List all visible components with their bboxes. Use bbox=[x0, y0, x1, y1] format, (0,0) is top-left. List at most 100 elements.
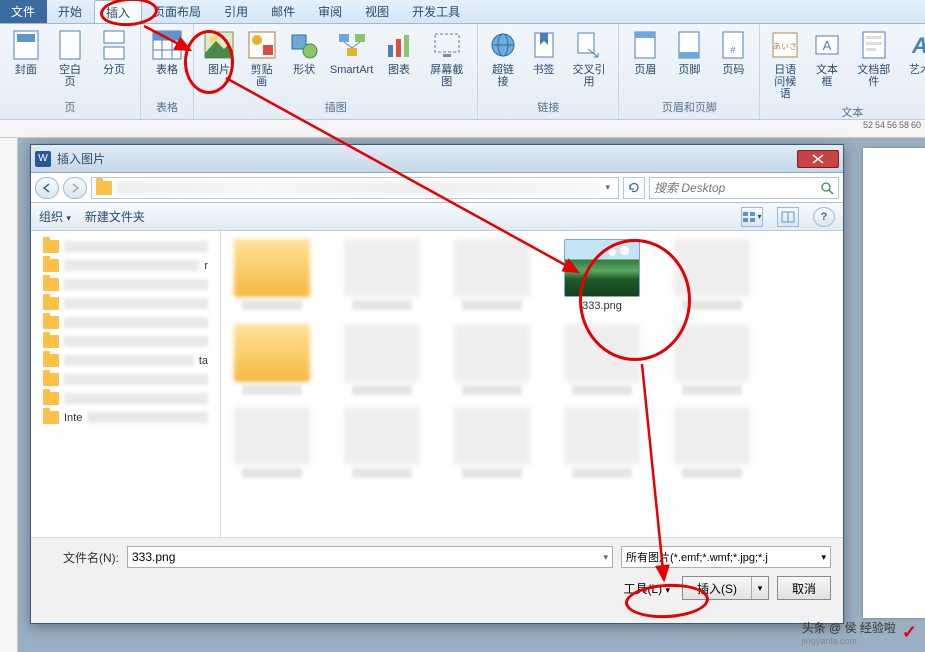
file-item[interactable] bbox=[669, 324, 755, 395]
page-break-icon bbox=[98, 28, 130, 62]
file-filter-combo[interactable]: 所有图片(*.emf;*.wmf;*.jpg;*.j▾ bbox=[621, 546, 831, 568]
table-icon bbox=[151, 28, 183, 62]
group-label-tables: 表格 bbox=[145, 97, 189, 117]
file-item[interactable] bbox=[669, 407, 755, 478]
file-item[interactable] bbox=[339, 239, 425, 312]
close-button[interactable] bbox=[797, 150, 839, 168]
tree-item[interactable] bbox=[35, 389, 216, 408]
file-item[interactable] bbox=[229, 239, 315, 312]
new-folder-button[interactable]: 新建文件夹 bbox=[85, 208, 145, 225]
screenshot-icon bbox=[431, 28, 463, 62]
file-item[interactable] bbox=[339, 324, 425, 395]
pagenum-button[interactable]: #页码 bbox=[711, 26, 755, 97]
bookmark-button[interactable]: 书签 bbox=[523, 26, 563, 97]
tab-home[interactable]: 开始 bbox=[47, 0, 94, 23]
refresh-button[interactable] bbox=[623, 177, 645, 199]
chevron-down-icon: ▾ bbox=[758, 583, 763, 594]
arrow-left-icon bbox=[42, 183, 52, 193]
smartart-button[interactable]: SmartArt bbox=[325, 26, 378, 97]
page-break-button[interactable]: 分页 bbox=[92, 26, 136, 97]
blank-page-button[interactable]: 空白页 bbox=[48, 26, 93, 97]
folder-icon bbox=[43, 259, 59, 272]
blank-page-icon bbox=[54, 28, 86, 62]
tab-insert[interactable]: 插入 bbox=[94, 0, 142, 23]
nav-forward-button[interactable] bbox=[63, 177, 87, 199]
footer-button[interactable]: 页脚 bbox=[667, 26, 711, 97]
folder-icon bbox=[43, 411, 59, 424]
pane-icon bbox=[781, 211, 795, 223]
insert-button[interactable]: 插入(S)▾ bbox=[682, 576, 769, 600]
tab-layout[interactable]: 页面布局 bbox=[142, 0, 213, 23]
tools-button[interactable]: 工具(L) ▾ bbox=[623, 580, 670, 597]
tree-item[interactable] bbox=[35, 294, 216, 313]
header-button[interactable]: 页眉 bbox=[623, 26, 667, 97]
tree-item[interactable] bbox=[35, 313, 216, 332]
tree-item[interactable] bbox=[35, 237, 216, 256]
path-breadcrumb[interactable]: ▾ bbox=[91, 177, 619, 199]
folder-icon bbox=[96, 181, 112, 195]
view-mode-button[interactable]: ▾ bbox=[741, 207, 763, 227]
group-header-footer: 页眉 页脚 #页码 页眉和页脚 bbox=[619, 24, 760, 119]
tree-item[interactable]: Inte bbox=[35, 408, 216, 427]
shapes-button[interactable]: 形状 bbox=[283, 26, 325, 97]
path-blurred bbox=[116, 181, 601, 195]
search-box[interactable] bbox=[649, 177, 839, 199]
screenshot-button[interactable]: 屏幕截图 bbox=[420, 26, 473, 97]
dialog-nav: ▾ bbox=[31, 173, 843, 203]
chart-button[interactable]: 图表 bbox=[378, 26, 420, 97]
hyperlink-button[interactable]: 超链接 bbox=[482, 26, 523, 97]
greeting-button[interactable]: あいさ日语 问候语 bbox=[764, 26, 806, 102]
tab-view[interactable]: 视图 bbox=[354, 0, 401, 23]
file-item[interactable] bbox=[449, 324, 535, 395]
file-item[interactable] bbox=[559, 407, 645, 478]
organize-button[interactable]: 组织 ▾ bbox=[39, 208, 71, 225]
wordart-button[interactable]: A艺术 bbox=[900, 26, 925, 102]
tree-item[interactable] bbox=[35, 332, 216, 351]
tab-mailings[interactable]: 邮件 bbox=[260, 0, 307, 23]
file-grid[interactable]: 333.png bbox=[221, 231, 843, 537]
tab-file[interactable]: 文件 bbox=[0, 0, 47, 23]
group-pages: 封面 空白页 分页 页 bbox=[0, 24, 141, 119]
dialog-titlebar[interactable]: W 插入图片 bbox=[31, 145, 843, 173]
bookmark-icon bbox=[528, 28, 560, 62]
filename-input[interactable]: 333.png▾ bbox=[127, 546, 613, 568]
cancel-button[interactable]: 取消 bbox=[777, 576, 831, 600]
folder-tree[interactable]: r ta Inte bbox=[31, 231, 221, 537]
tree-item[interactable] bbox=[35, 275, 216, 294]
vertical-ruler bbox=[0, 138, 18, 652]
tree-item[interactable] bbox=[35, 370, 216, 389]
chart-icon bbox=[383, 28, 415, 62]
picture-button[interactable]: 图片 bbox=[198, 26, 240, 97]
horizontal-ruler: 5254565860 bbox=[0, 120, 925, 138]
svg-text:あいさ: あいさ bbox=[773, 42, 797, 51]
tree-item[interactable]: ta bbox=[35, 351, 216, 370]
search-input[interactable] bbox=[654, 181, 820, 195]
file-item[interactable] bbox=[229, 324, 315, 395]
crossref-button[interactable]: 交叉引用 bbox=[564, 26, 615, 97]
tab-references[interactable]: 引用 bbox=[213, 0, 260, 23]
file-item-selected[interactable]: 333.png bbox=[559, 239, 645, 312]
quickparts-button[interactable]: 文档部件 bbox=[848, 26, 900, 102]
file-item[interactable] bbox=[449, 407, 535, 478]
file-item[interactable] bbox=[559, 324, 645, 395]
tab-review[interactable]: 审阅 bbox=[307, 0, 354, 23]
file-item[interactable] bbox=[669, 239, 755, 312]
checkmark-icon: ✓ bbox=[902, 622, 917, 643]
cover-page-button[interactable]: 封面 bbox=[4, 26, 48, 97]
tree-item[interactable]: r bbox=[35, 256, 216, 275]
tab-developer[interactable]: 开发工具 bbox=[401, 0, 472, 23]
help-button[interactable]: ? bbox=[813, 207, 835, 227]
file-item[interactable] bbox=[339, 407, 425, 478]
header-icon bbox=[629, 28, 661, 62]
shapes-icon bbox=[288, 28, 320, 62]
clipart-button[interactable]: 剪贴画 bbox=[240, 26, 283, 97]
nav-back-button[interactable] bbox=[35, 177, 59, 199]
insert-dropdown[interactable]: ▾ bbox=[752, 583, 768, 594]
textbox-button[interactable]: A文本框 bbox=[806, 26, 848, 102]
file-item[interactable] bbox=[229, 407, 315, 478]
dialog-title: 插入图片 bbox=[57, 150, 797, 167]
help-icon: ? bbox=[821, 211, 828, 223]
file-item[interactable] bbox=[449, 239, 535, 312]
pane-button[interactable] bbox=[777, 207, 799, 227]
table-button[interactable]: 表格 bbox=[145, 26, 189, 97]
